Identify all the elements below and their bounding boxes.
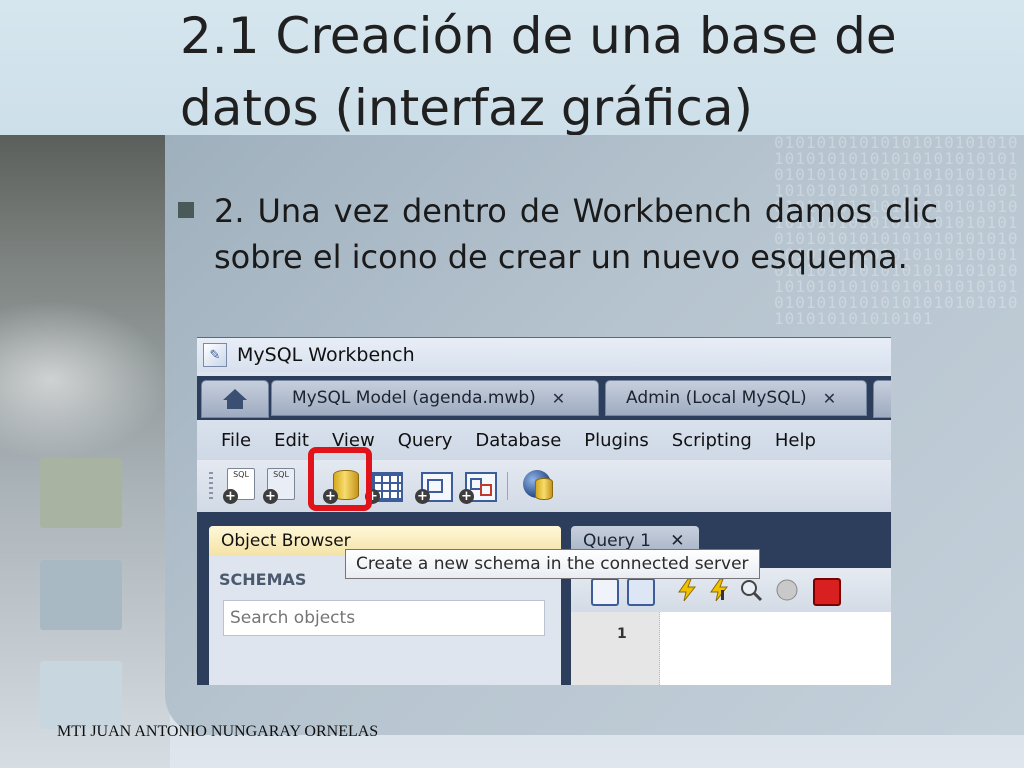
schemas-label: SCHEMAS: [219, 570, 307, 589]
toolbar-grip[interactable]: [209, 472, 213, 500]
menu-scripting[interactable]: Scripting: [672, 430, 752, 451]
bullet-item: 2. Una vez dentro de Workbench damos cli…: [178, 188, 938, 280]
menu-bar: File Edit View Query Database Plugins Sc…: [197, 420, 891, 460]
execute-current-icon[interactable]: [707, 578, 731, 602]
tab-strip: MySQL Model (agenda.mwb) ✕ Admin (Local …: [197, 376, 891, 420]
tab-label: MySQL Model (agenda.mwb): [292, 388, 536, 408]
close-icon[interactable]: ✕: [670, 531, 684, 551]
window-title: MySQL Workbench: [237, 344, 415, 366]
close-icon[interactable]: ✕: [823, 389, 836, 408]
line-number: 1: [617, 626, 627, 642]
main-toolbar: SQL + SQL + + + + +: [197, 460, 891, 513]
search-objects-input[interactable]: [223, 600, 545, 636]
plus-icon: +: [459, 489, 474, 504]
sql-editor[interactable]: 1: [571, 612, 891, 685]
decorative-square-3: [40, 661, 122, 729]
menu-plugins[interactable]: Plugins: [584, 430, 648, 451]
tab-mysql-model[interactable]: MySQL Model (agenda.mwb) ✕: [271, 380, 599, 416]
toggle-stop-on-error-icon[interactable]: [813, 578, 841, 606]
menu-database[interactable]: Database: [475, 430, 561, 451]
background-glow: [0, 300, 170, 460]
footer-author: MTI JUAN ANTONIO NUNGARAY ORNELAS: [57, 723, 379, 740]
home-icon: [223, 389, 247, 409]
menu-query[interactable]: Query: [398, 430, 453, 451]
bullet-text: 2. Una vez dentro de Workbench damos cli…: [214, 192, 938, 276]
tab-home[interactable]: [201, 380, 269, 418]
menu-edit[interactable]: Edit: [274, 430, 309, 451]
decorative-square-1: [40, 458, 122, 528]
workbench-logo-icon: ✎: [203, 343, 227, 367]
explain-icon[interactable]: [739, 578, 763, 602]
tab-label: Admin (Local MySQL): [626, 388, 807, 408]
new-sql-tab-button[interactable]: SQL +: [223, 468, 257, 504]
reconnect-button[interactable]: [519, 468, 553, 504]
open-sql-script-button[interactable]: SQL +: [263, 468, 297, 504]
tooltip: Create a new schema in the connected ser…: [345, 549, 760, 579]
plus-icon: +: [415, 489, 430, 504]
close-icon[interactable]: ✕: [552, 389, 565, 408]
stop-icon[interactable]: [775, 578, 799, 602]
plus-icon: +: [223, 489, 238, 504]
execute-icon[interactable]: [675, 578, 699, 602]
line-gutter: 1: [571, 612, 660, 685]
toolbar-separator: [507, 472, 508, 500]
menu-file[interactable]: File: [221, 430, 251, 451]
create-routine-button[interactable]: +: [459, 468, 497, 504]
tab-label: Query 1: [583, 531, 651, 551]
menu-help[interactable]: Help: [775, 430, 816, 451]
decorative-square-2: [40, 560, 122, 630]
slide-title: 2.1 Creación de una base de datos (inter…: [180, 7, 897, 137]
window-titlebar: ✎ MySQL Workbench: [197, 338, 891, 372]
workbench-screenshot: ✎ MySQL Workbench MySQL Model (agenda.mw…: [197, 337, 891, 685]
database-icon: [535, 478, 553, 500]
save-icon[interactable]: [627, 578, 655, 606]
plus-icon: +: [263, 489, 278, 504]
open-file-icon[interactable]: [591, 578, 619, 606]
tab-overflow[interactable]: [873, 380, 891, 418]
red-highlight-box: [308, 447, 372, 511]
tab-admin[interactable]: Admin (Local MySQL) ✕: [605, 380, 867, 416]
slide-title-bar: 2.1 Creación de una base de datos (inter…: [0, 0, 1024, 137]
create-view-button[interactable]: +: [415, 468, 453, 504]
bullet-square-icon: [178, 202, 194, 218]
